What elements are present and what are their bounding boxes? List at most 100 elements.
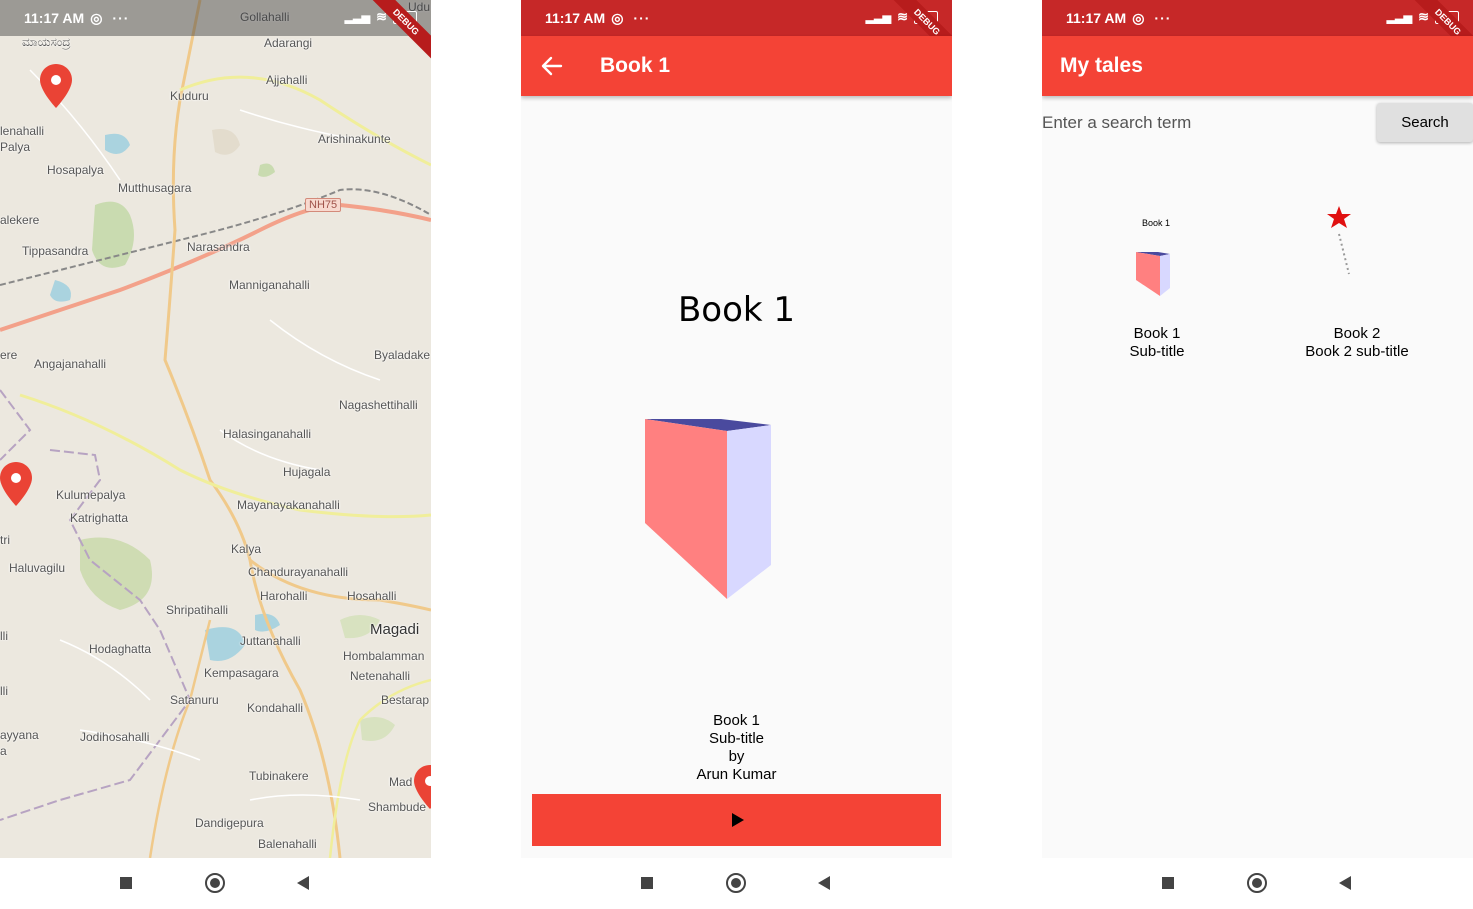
map-place-label: Adarangi (264, 36, 313, 50)
map-place-label: alekere (0, 213, 40, 227)
map-place-label: Kalya (231, 542, 262, 556)
arrow-left-icon[interactable] (541, 55, 563, 77)
book-meta-title: Book 1 (713, 712, 760, 729)
map-place-label: a (0, 744, 7, 758)
map-place-label: Tubinakere (249, 769, 309, 783)
book-subtitle: Sub-title (1129, 343, 1185, 360)
map-place-label: Kulumepalya (56, 488, 126, 502)
map-place-label: Nagashettihalli (339, 398, 418, 412)
map-place-label: Hujagala (283, 465, 331, 479)
signal-icon: ▂▃▅ (865, 11, 892, 24)
book-title: Book 2 (1333, 325, 1381, 342)
map-place-label: Ajjahalli (266, 73, 308, 87)
status-bar: 11:17 AM ◎ ··· ▂▃▅ ≋ (0, 0, 431, 36)
book-meta-author: Arun Kumar (696, 766, 777, 783)
status-time: 11:17 AM (24, 10, 85, 26)
book-tile[interactable]: Book 1 Book 1 Sub-title (1102, 210, 1212, 370)
square-icon[interactable] (641, 877, 653, 889)
search-button[interactable]: Search (1377, 103, 1473, 142)
map-place-label: Byaladake (374, 348, 431, 362)
map-place-label: Hosahalli (347, 589, 397, 603)
circle-icon[interactable] (205, 873, 225, 893)
book-thumbnail (1136, 252, 1170, 296)
circle-icon[interactable] (726, 873, 746, 893)
map-place-label: Balenahalli (258, 837, 317, 851)
book-meta-by: by (728, 748, 745, 765)
map-screen: Gollahalli Udu ಮಾಯಸಂದ್ರ Adarangi Ajjahal… (0, 0, 431, 909)
map-place-label: Tippasandra (22, 244, 89, 258)
search-input[interactable]: Enter a search term (1042, 104, 1372, 142)
map-place-label: Palya (0, 140, 31, 154)
app-bar: My tales (1042, 36, 1473, 96)
map-place-label: Mayanayakanahalli (237, 498, 340, 512)
map-marker-icon[interactable] (414, 765, 431, 809)
status-time: 11:17 AM (1066, 10, 1127, 26)
play-icon (732, 813, 744, 827)
book-detail-screen: 11:17 AM ◎ ··· ▂▃▅ ≋ DEBUG Book 1 Book 1… (521, 0, 952, 909)
map-marker-icon[interactable] (0, 462, 32, 506)
map-place-label: Kondahalli (247, 701, 304, 715)
map-place-label: Narasandra (187, 240, 250, 254)
map-place-label: Jodihosahalli (80, 730, 150, 744)
map-place-label: Haluvagilu (9, 561, 66, 575)
circle-icon[interactable] (1247, 873, 1267, 893)
map-place-label: Arishinakunte (318, 132, 391, 146)
map-place-label: Hosapalya (47, 163, 104, 177)
book-title: Book 1 (1133, 325, 1181, 342)
status-time: 11:17 AM (545, 10, 606, 26)
book-subtitle: Book 2 sub-title (1305, 343, 1409, 360)
book-thumb-label: Book 1 (1142, 218, 1171, 228)
book-heading: Book 1 (677, 290, 796, 330)
square-icon[interactable] (120, 877, 132, 889)
map-place-label: Angajanahalli (34, 357, 107, 371)
map-marker-icon[interactable] (40, 64, 72, 108)
whatsapp-icon: ◎ (1132, 9, 1145, 26)
whatsapp-icon: ◎ (90, 9, 103, 26)
map-place-label: Mutthusagara (118, 181, 192, 195)
page-title: My tales (1060, 54, 1143, 77)
book-tile[interactable]: Book 2 Book 2 sub-title (1292, 200, 1422, 370)
map-place-label: Kempasagara (204, 666, 279, 680)
map-place-label: Juttanahalli (240, 634, 301, 648)
book-meta-subtitle: Sub-title (708, 730, 765, 747)
book-tile-text: Book 2 Book 2 sub-title (1292, 325, 1422, 361)
highway-shield: NH75 (305, 198, 342, 212)
signal-icon: ▂▃▅ (344, 11, 371, 24)
app-bar: Book 1 (521, 36, 952, 96)
map-place-label: Kuduru (170, 89, 209, 103)
map-place-label: Manniganahalli (229, 278, 310, 292)
status-bar: 11:17 AM ◎ ··· ▂▃▅ ≋ (1042, 0, 1473, 36)
map-place-label: Netenahalli (350, 669, 411, 683)
whatsapp-icon: ◎ (611, 9, 624, 26)
map-place-label: ಮಾಯಸಂದ್ರ (22, 35, 71, 49)
triangle-back-icon[interactable] (818, 876, 830, 890)
map-place-label: lli (0, 684, 8, 698)
book-3d-model (645, 419, 771, 599)
triangle-back-icon[interactable] (1339, 876, 1351, 890)
map-place-label: Mad (389, 775, 413, 789)
map-place-label: Hombalamman (343, 649, 425, 663)
map-place-label: lli (0, 629, 8, 643)
map-place-label: Chandurayanahalli (248, 565, 349, 579)
map-place-label: Magadi (370, 621, 420, 638)
status-overflow: ··· (633, 10, 651, 26)
map-place-label: tri (0, 533, 10, 547)
map-place-label: Harohalli (260, 589, 308, 603)
map-place-label: ere (0, 348, 18, 362)
map-roads (0, 0, 431, 858)
map-place-label: Bestarap (381, 693, 430, 707)
square-icon[interactable] (1162, 877, 1174, 889)
map-place-label: Satanuru (170, 693, 219, 707)
star-icon (1327, 206, 1351, 275)
map-place-label: Hodaghatta (89, 642, 152, 656)
status-overflow: ··· (1154, 10, 1172, 26)
map-place-label: Shripatihalli (166, 603, 229, 617)
map-view[interactable]: Gollahalli Udu ಮಾಯಸಂದ್ರ Adarangi Ajjahal… (0, 0, 431, 858)
map-place-label: lenahalli (0, 124, 45, 138)
map-place-label: Katrighatta (70, 511, 129, 525)
play-button[interactable] (532, 794, 941, 846)
triangle-back-icon[interactable] (297, 876, 309, 890)
status-overflow: ··· (112, 10, 130, 26)
page-title: Book 1 (600, 54, 671, 77)
book-list-screen: 11:17 AM ◎ ··· ▂▃▅ ≋ DEBUG My tales Ente… (1042, 0, 1473, 909)
